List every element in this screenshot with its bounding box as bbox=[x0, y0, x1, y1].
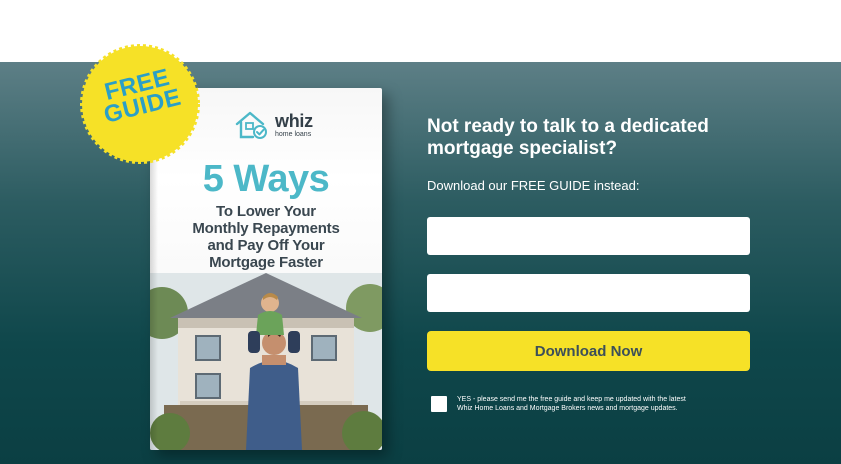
consent-line-1: YES - please send me the free guide and … bbox=[457, 396, 686, 403]
consent-row: YES - please send me the free guide and … bbox=[431, 396, 751, 413]
name-field[interactable] bbox=[427, 217, 750, 255]
download-now-button[interactable]: Download Now bbox=[427, 331, 750, 371]
book-subtitle-line: Mortgage Faster bbox=[209, 254, 323, 271]
logo-wordmark: whiz bbox=[275, 111, 313, 131]
whiz-logo: whiz home loans bbox=[235, 110, 313, 140]
form-headline: Not ready to talk to a dedicated mortgag… bbox=[427, 116, 750, 160]
form-subline: Download our FREE GUIDE instead: bbox=[427, 178, 640, 193]
book-subtitle-line: and Pay Off Your bbox=[207, 237, 325, 254]
family-house-illustration bbox=[150, 273, 382, 450]
book-title: 5 Ways bbox=[202, 158, 330, 200]
headline-line-1: Not ready to talk to a dedicated bbox=[427, 116, 709, 137]
house-check-icon bbox=[235, 111, 267, 139]
book-subtitle-line: To Lower Your bbox=[216, 203, 316, 220]
email-field[interactable] bbox=[427, 274, 750, 312]
free-guide-badge: FREE GUIDE bbox=[80, 44, 200, 164]
logo-tagline: home loans bbox=[275, 131, 312, 138]
headline-line-2: mortgage specialist? bbox=[427, 138, 618, 159]
consent-checkbox[interactable] bbox=[431, 396, 447, 412]
lead-form-text: Not ready to talk to a dedicated mortgag… bbox=[427, 116, 750, 194]
family-house-photo bbox=[150, 273, 382, 450]
consent-line-2: Whiz Home Loans and Mortgage Brokers new… bbox=[457, 404, 678, 412]
consent-text: YES - please send me the free guide and … bbox=[457, 396, 686, 413]
book-subtitle: To Lower Your Monthly Repayments and Pay… bbox=[150, 203, 382, 271]
book-subtitle-line: Monthly Repayments bbox=[192, 220, 340, 237]
